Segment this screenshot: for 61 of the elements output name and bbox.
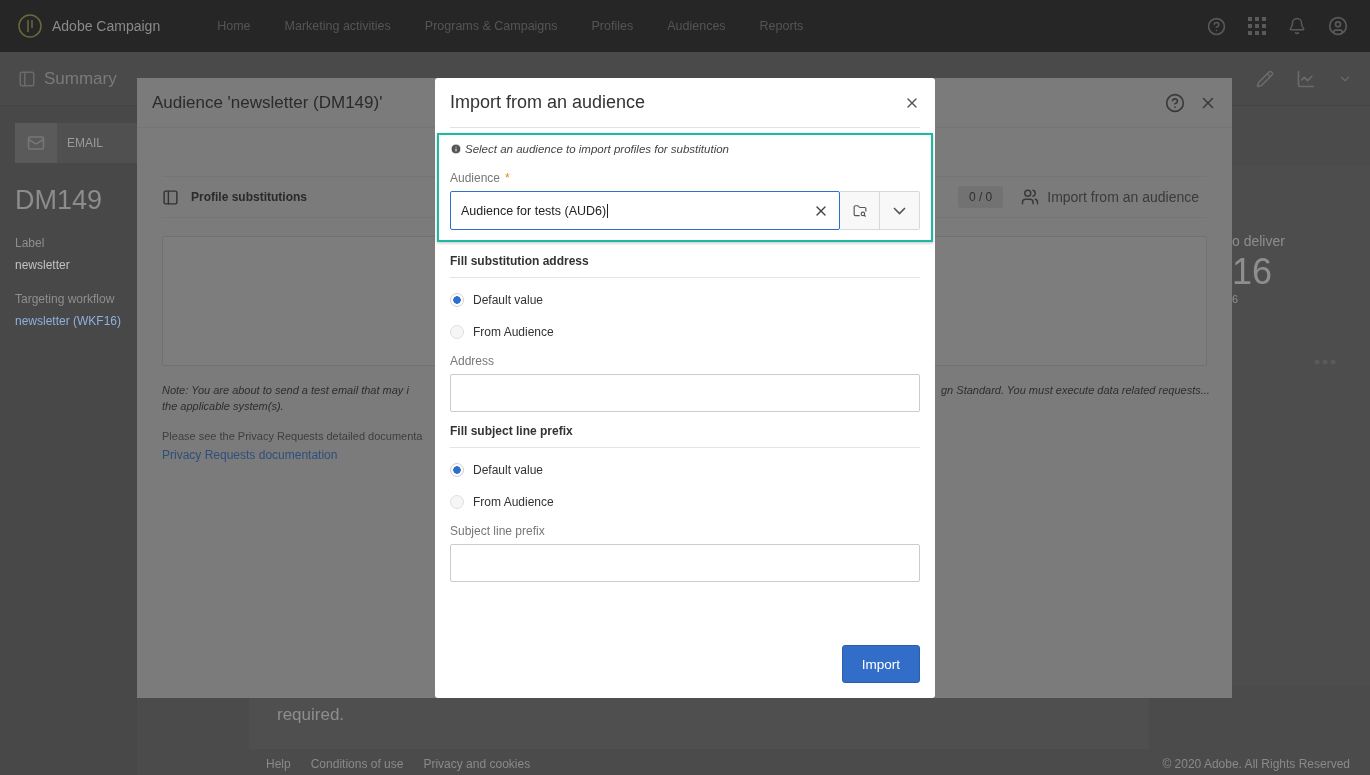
stat-value: 16	[1232, 251, 1274, 293]
privacy-text: Please see the Privacy Requests detailed documenta	[162, 430, 424, 442]
bell-icon[interactable]	[1288, 17, 1306, 35]
help-icon[interactable]	[1207, 16, 1226, 36]
logo-icon	[18, 14, 42, 38]
dropdown-button[interactable]	[880, 191, 920, 230]
group-title: Fill subject line prefix	[450, 424, 920, 448]
field-label: Address	[450, 354, 496, 368]
brand-name: Adobe Campaign	[52, 18, 161, 34]
field-label: Targeting workflow	[15, 292, 116, 306]
info-icon	[450, 143, 462, 155]
edit-icon[interactable]	[1256, 69, 1274, 88]
radio-label: Default value	[473, 463, 544, 477]
field-label: Label	[15, 236, 46, 250]
people-icon	[1021, 188, 1040, 206]
hint-text: Select an audience to import profiles for substitution	[465, 143, 729, 155]
footer-link[interactable]: Conditions of use	[310, 757, 404, 771]
field-value: newsletter	[15, 258, 71, 272]
panel-icon[interactable]	[18, 69, 36, 88]
input-field[interactable]	[450, 374, 920, 412]
radio-label: Default value	[473, 293, 544, 307]
group-title: Fill substitution address	[450, 254, 920, 278]
avatar-icon[interactable]	[1328, 16, 1348, 36]
radio-button[interactable]	[450, 495, 464, 509]
footer-link[interactable]: Privacy and cookies	[423, 757, 531, 771]
audience-field[interactable]: Audience for tests (AUD6)	[450, 191, 840, 230]
field-label: Audience	[450, 171, 501, 185]
folder-search-icon	[852, 203, 867, 218]
section-title: Profile substitutions	[191, 190, 307, 204]
import-button[interactable]: Import	[841, 645, 920, 683]
chevron-icon	[893, 206, 906, 215]
chart-icon[interactable]	[1296, 68, 1316, 89]
required-mark: *	[505, 171, 510, 185]
help-icon[interactable]	[1165, 92, 1185, 113]
email-label: EMAIL	[67, 136, 103, 150]
email-tab[interactable]: EMAIL	[15, 123, 137, 163]
delivery-code: DM149	[15, 185, 104, 216]
import-link[interactable]: Import from an audience	[1021, 188, 1199, 206]
count-badge: 0 / 0	[957, 186, 1004, 208]
field-label: Subject line prefix	[450, 524, 546, 538]
dialog-title: Audience 'newsletter (DM149)'	[152, 92, 383, 113]
card-text: required.	[277, 705, 345, 724]
dialog-title: Import from an audience	[450, 92, 646, 113]
note-text: gn Standard. You must execute data related requests...	[941, 383, 1210, 398]
radio-button[interactable]	[450, 325, 464, 339]
note-text: Note: You are about to send a test email that may i the applicable system(s).	[162, 383, 410, 414]
footer-link[interactable]: Help	[266, 757, 291, 771]
radio-label: From Audience	[473, 325, 554, 339]
browse-button[interactable]	[840, 191, 880, 230]
panel-icon	[162, 188, 179, 206]
radio-label: From Audience	[473, 495, 554, 509]
input-field[interactable]	[450, 544, 920, 582]
mail-icon	[27, 134, 45, 152]
radio-button[interactable]	[450, 463, 464, 477]
copyright-text: © 2020 Adobe. All Rights Reserved	[1162, 757, 1350, 771]
radio-button[interactable]	[450, 293, 464, 307]
workflow-link[interactable]: newsletter (WKF16)	[15, 314, 137, 328]
stat-label: o deliver	[1232, 233, 1286, 249]
stat-subvalue: 6	[1232, 293, 1240, 305]
apps-grid-icon[interactable]	[1248, 17, 1266, 35]
privacy-link[interactable]: Privacy Requests documentation	[162, 448, 435, 462]
